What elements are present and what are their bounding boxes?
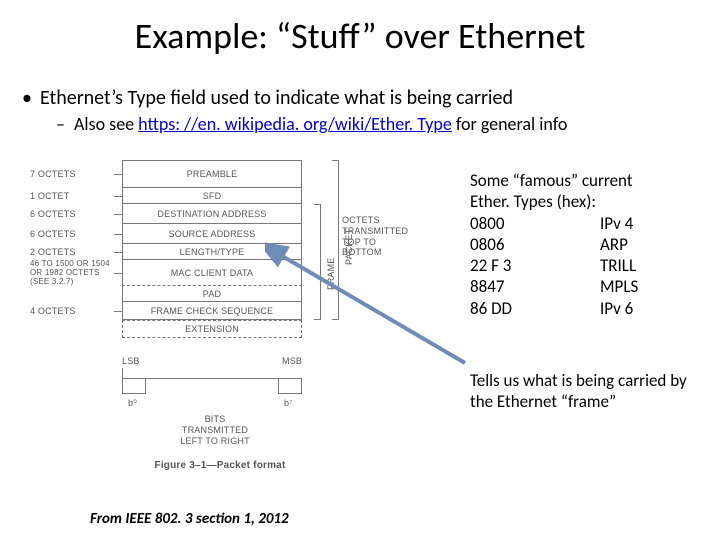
octet-label: 4 OCTETS <box>30 306 115 316</box>
bit-label-7: b⁷ <box>284 398 293 408</box>
octet-label: 1 OCTET <box>30 191 115 201</box>
hex: 22 F 3 <box>470 255 600 276</box>
bullet-text: Ethernet’s Type field used to indicate w… <box>40 86 513 110</box>
bullet-dot: • <box>22 86 40 110</box>
field-mac-data: MAC CLIENT DATA <box>122 260 302 286</box>
slide-title: Example: “Stuff” over Ethernet <box>0 14 720 58</box>
lsb-label: LSB <box>122 356 140 366</box>
packet-format-diagram: 7 OCTETS PREAMBLE 1 OCTET SFD 6 OCTETS D… <box>30 160 400 520</box>
hex: 86 DD <box>470 298 600 319</box>
octet-label: 2 OCTETS <box>30 247 115 257</box>
hex: 8847 <box>470 276 600 297</box>
field-preamble: PREAMBLE <box>122 160 302 188</box>
field-pad: PAD <box>122 286 302 302</box>
table-row: 0806ARP <box>470 234 638 255</box>
proto: TRILL <box>600 255 638 276</box>
bit-row-stub <box>122 368 302 378</box>
octet-label: 6 OCTETS <box>30 209 115 219</box>
wikipedia-link[interactable]: https: //en. wikipedia. org/wiki/Ether. … <box>138 113 452 135</box>
bullet-dash: – <box>56 113 74 135</box>
bullet-level-1: •Ethernet’s Type field used to indicate … <box>22 86 513 110</box>
field-extension: EXTENSION <box>122 320 302 338</box>
ether-types-header-2: Ether. Types (hex): <box>470 191 700 212</box>
bit-label-0: b⁰ <box>128 398 137 409</box>
bullet2-pre: Also see <box>74 113 138 135</box>
table-row: 22 F 3TRILL <box>470 255 638 276</box>
field-dest: DESTINATION ADDRESS <box>122 204 302 224</box>
field-fcs: FRAME CHECK SEQUENCE <box>122 302 302 320</box>
source-citation: From IEEE 802. 3 section 1, 2012 <box>90 510 289 528</box>
octet-label: 6 OCTETS <box>30 229 115 239</box>
field-length-type: LENGTH/TYPE <box>122 244 302 260</box>
proto: MPLS <box>600 276 638 297</box>
table-row: 86 DDIPv 6 <box>470 298 638 319</box>
proto: ARP <box>600 234 638 255</box>
table-row: 0800IPv 4 <box>470 213 638 234</box>
packet-brace <box>328 160 339 320</box>
hex: 0806 <box>470 234 600 255</box>
field-sfd: SFD <box>122 188 302 204</box>
table-row: 8847MPLS <box>470 276 638 297</box>
bits-transmitted-note: BITS TRANSMITTED LEFT TO RIGHT <box>180 414 250 446</box>
proto: IPv 4 <box>600 213 638 234</box>
ether-types-table: 0800IPv 4 0806ARP 22 F 3TRILL 8847MPLS 8… <box>470 213 638 319</box>
bit-row-line <box>146 378 278 379</box>
proto: IPv 6 <box>600 298 638 319</box>
ether-types-block: Some “famous” current Ether. Types (hex)… <box>470 170 700 319</box>
frame-brace <box>310 204 321 320</box>
octets-transmitted-note: OCTETS TRANSMITTED TOP TO BOTTOM <box>342 215 412 258</box>
field-src: SOURCE ADDRESS <box>122 224 302 244</box>
octet-label: 46 TO 1500 OR 1504 OR 1982 OCTETS (SEE 3… <box>30 260 115 286</box>
octet-label: 7 OCTETS <box>30 169 115 179</box>
msb-label: MSB <box>282 356 302 366</box>
bullet2-post: for general info <box>452 113 568 135</box>
ether-types-header-1: Some “famous” current <box>470 170 700 191</box>
hex: 0800 <box>470 213 600 234</box>
bit-box-0 <box>122 378 146 394</box>
figure-caption: Figure 3–1—Packet format <box>90 460 350 471</box>
bullet-level-2: –Also see https: //en. wikipedia. org/wi… <box>56 113 567 135</box>
bit-box-7 <box>278 378 302 394</box>
slide: Example: “Stuff” over Ethernet •Ethernet… <box>0 0 720 540</box>
tells-us-note: Tells us what is being carried by the Et… <box>470 370 700 413</box>
